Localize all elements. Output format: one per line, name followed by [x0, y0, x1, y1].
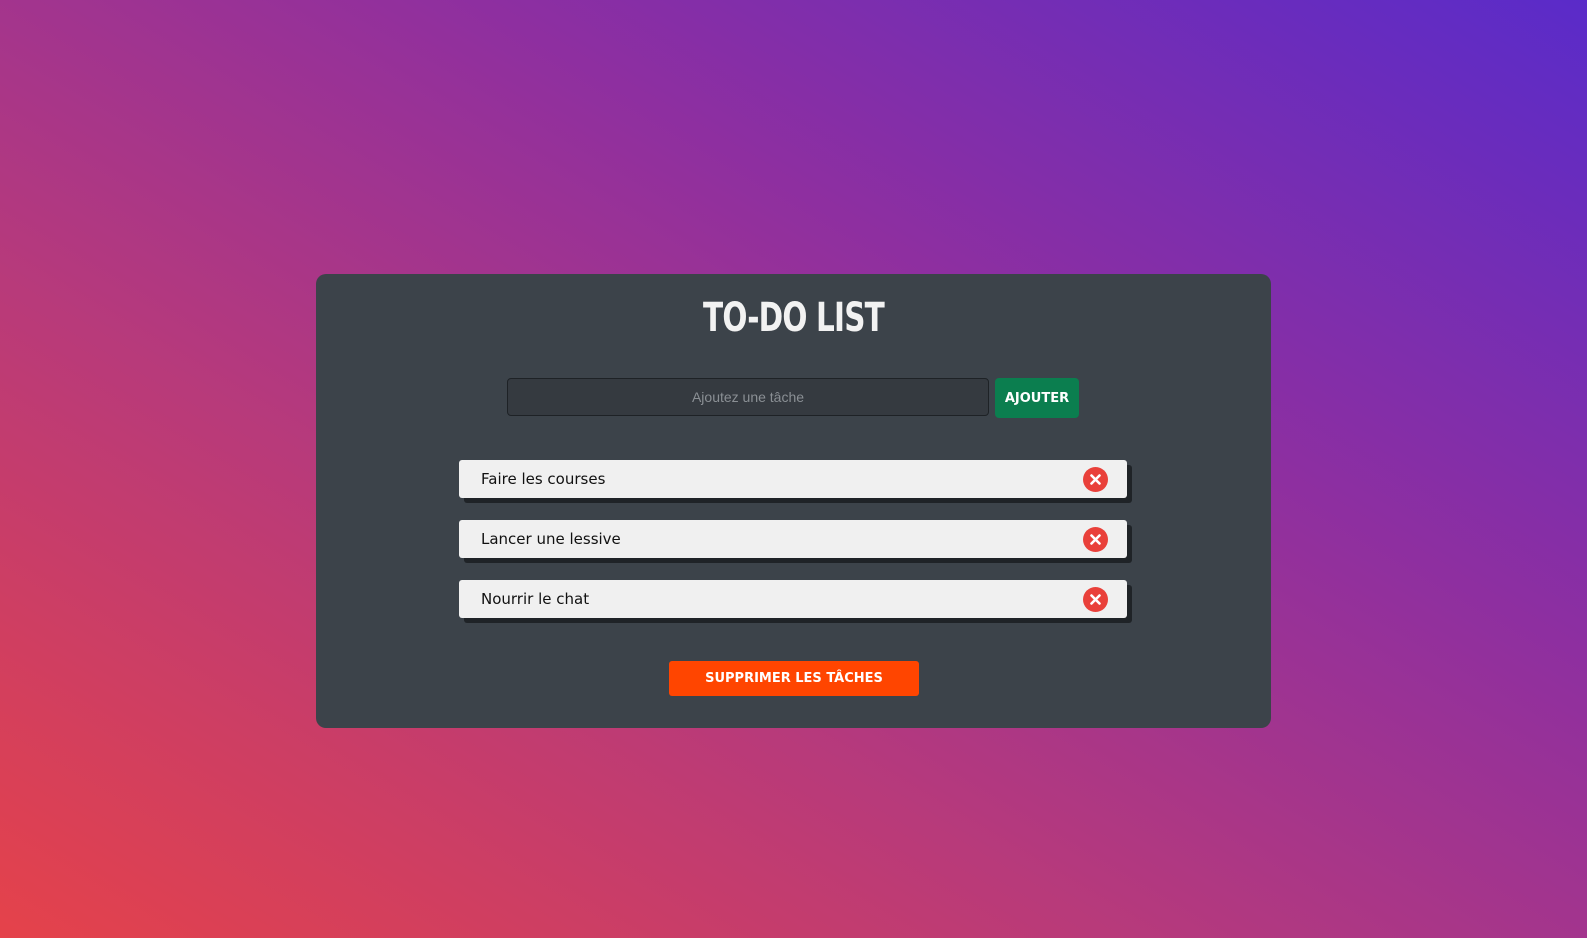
task-item: Faire les courses [459, 460, 1127, 498]
clear-tasks-button[interactable]: SUPPRIMER LES TÂCHES [669, 661, 919, 696]
task-label: Faire les courses [481, 470, 606, 488]
close-icon [1090, 534, 1101, 545]
close-icon [1090, 594, 1101, 605]
page-title: TO-DO LIST [703, 295, 885, 341]
task-item: Lancer une lessive [459, 520, 1127, 558]
add-task-form: AJOUTER [507, 378, 1079, 418]
todo-card: TO-DO LIST AJOUTER Faire les courses Lan… [316, 274, 1271, 728]
task-list: Faire les courses Lancer une lessive Nou… [459, 460, 1127, 640]
task-item: Nourrir le chat [459, 580, 1127, 618]
close-icon [1090, 474, 1101, 485]
delete-task-button[interactable] [1083, 587, 1108, 612]
task-input[interactable] [507, 378, 989, 416]
task-label: Nourrir le chat [481, 590, 590, 608]
delete-task-button[interactable] [1083, 527, 1108, 552]
add-button[interactable]: AJOUTER [995, 378, 1079, 418]
delete-task-button[interactable] [1083, 467, 1108, 492]
task-label: Lancer une lessive [481, 530, 621, 548]
